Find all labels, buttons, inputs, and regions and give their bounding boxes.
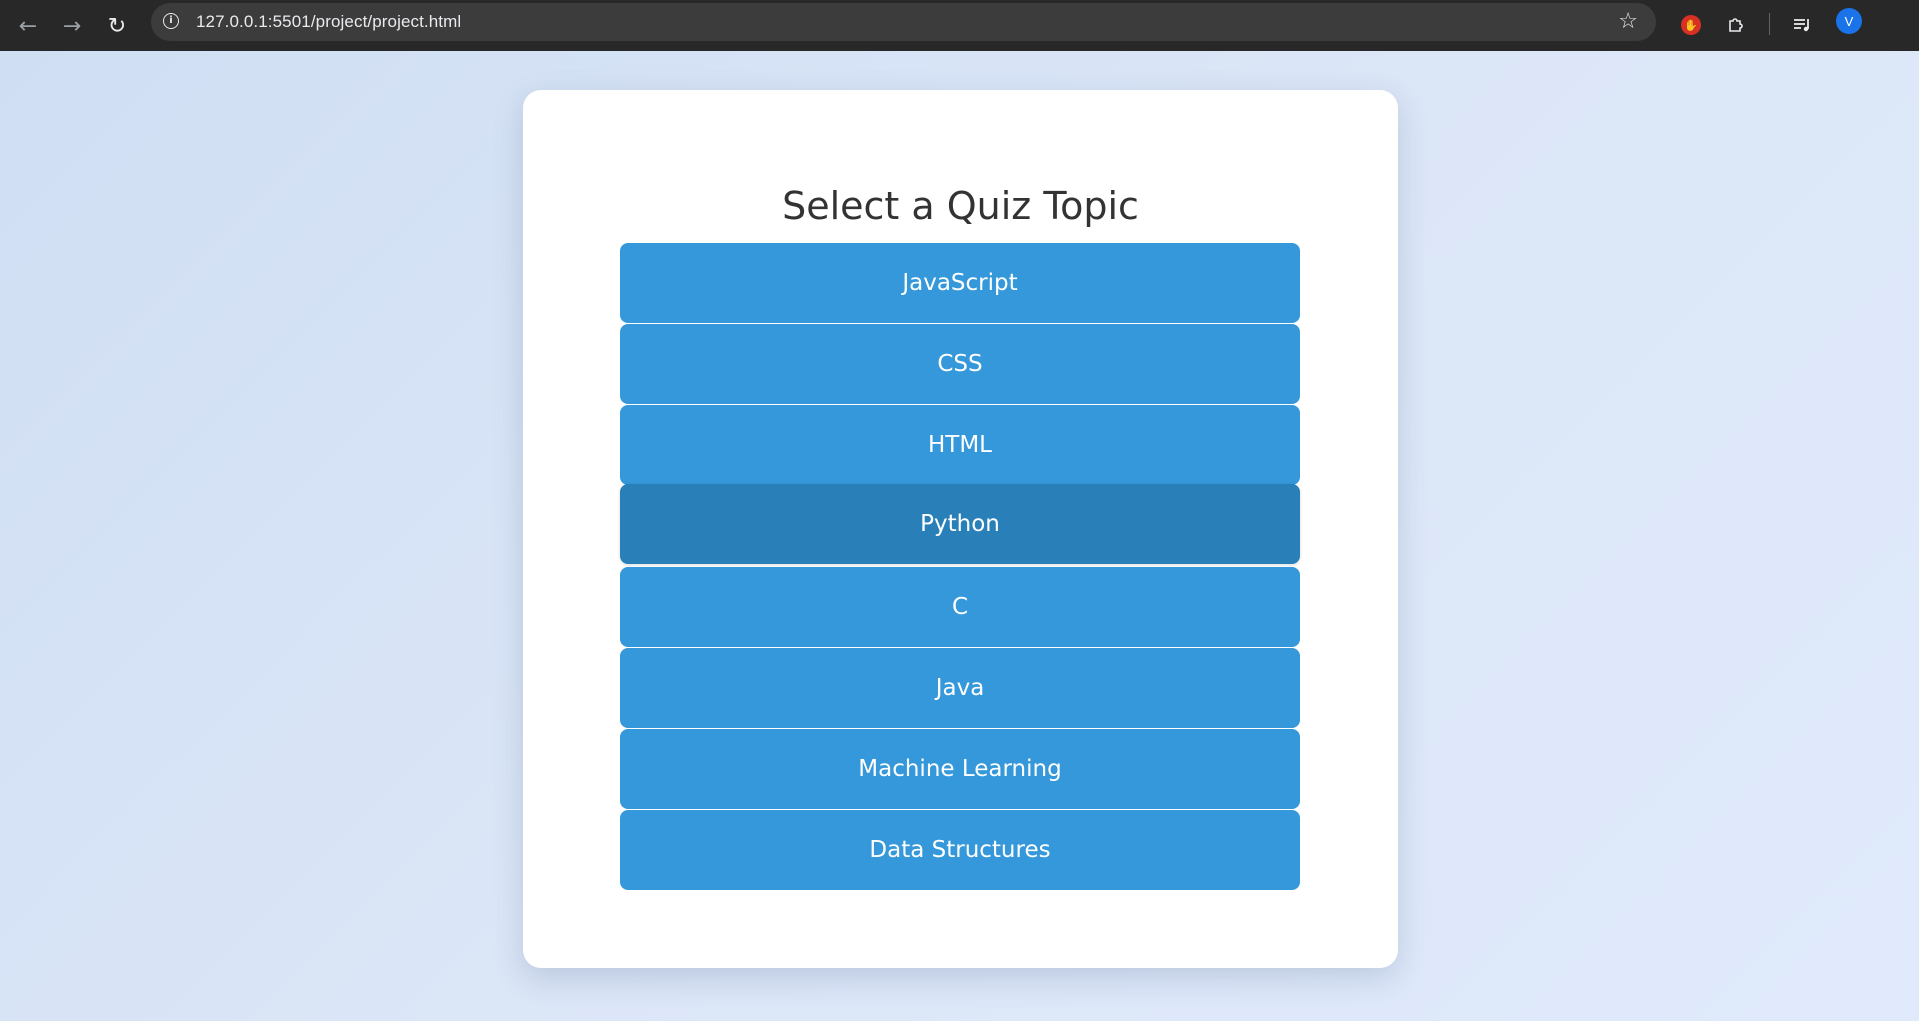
browser-toolbar: ← → ↻ i 127.0.0.1:5501/project/project.h… — [0, 0, 1919, 51]
toolbar-divider — [1769, 13, 1770, 35]
topic-button-css[interactable]: CSS — [620, 324, 1300, 404]
topic-button-python[interactable]: Python — [620, 484, 1300, 564]
puzzle-icon[interactable] — [1721, 10, 1751, 40]
topic-button-html[interactable]: HTML — [620, 405, 1300, 485]
profile-initial: V — [1844, 13, 1854, 29]
address-bar[interactable]: i 127.0.0.1:5501/project/project.html ☆ — [151, 3, 1656, 41]
topic-button-data-structures[interactable]: Data Structures — [620, 810, 1300, 890]
topic-button-c[interactable]: C — [620, 567, 1300, 647]
reload-icon[interactable]: ↻ — [100, 9, 134, 43]
url-text[interactable]: 127.0.0.1:5501/project/project.html — [196, 12, 461, 32]
topic-list: JavaScript CSS HTML Python C Java Machin… — [620, 243, 1300, 891]
profile-avatar[interactable]: V — [1836, 8, 1862, 34]
topic-button-javascript[interactable]: JavaScript — [620, 243, 1300, 323]
back-arrow-icon[interactable]: ← — [11, 9, 45, 43]
forward-arrow-icon[interactable]: → — [55, 9, 89, 43]
star-icon[interactable]: ☆ — [1618, 9, 1638, 34]
page-title: Select a Quiz Topic — [782, 184, 1139, 228]
topic-button-machine-learning[interactable]: Machine Learning — [620, 729, 1300, 809]
adblock-icon[interactable]: ✋ — [1676, 10, 1706, 40]
quiz-card: Select a Quiz Topic JavaScript CSS HTML … — [523, 90, 1398, 968]
info-icon[interactable]: i — [163, 13, 179, 29]
topic-button-java[interactable]: Java — [620, 648, 1300, 728]
media-queue-icon[interactable] — [1787, 10, 1817, 40]
